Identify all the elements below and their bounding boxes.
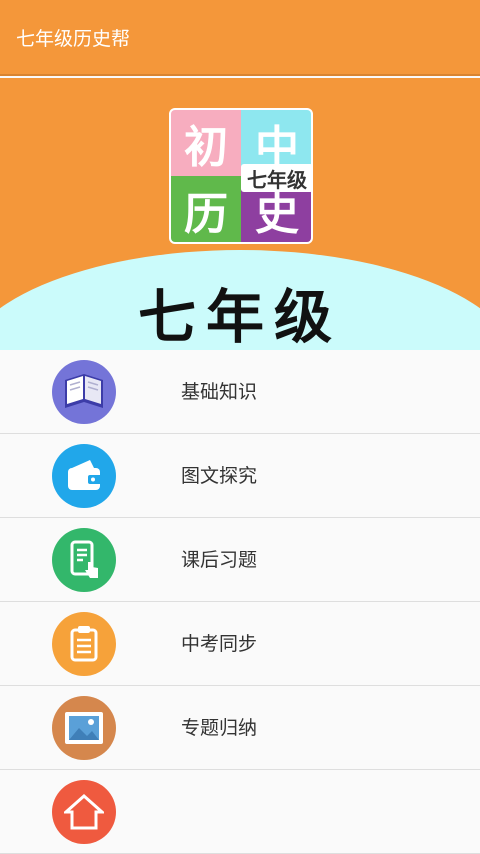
app-bar: 七年级历史帮: [0, 0, 480, 76]
logo-char-li: 历: [171, 176, 241, 242]
menu-item-basic-knowledge[interactable]: 基础知识: [0, 350, 480, 434]
menu-item-topic-summary[interactable]: 专题归纳: [0, 686, 480, 770]
menu-label: 课后习题: [181, 549, 258, 571]
menu-label: 专题归纳: [181, 717, 258, 739]
clipboard-icon: [52, 612, 116, 676]
phone-touch-icon: [52, 528, 116, 592]
logo-char-chu: 初: [171, 110, 241, 176]
wallet-icon: [52, 444, 116, 508]
menu-item-exercises[interactable]: 课后习题: [0, 518, 480, 602]
banner-grade-title: 七年级: [137, 283, 342, 350]
menu-label: 图文探究: [181, 465, 258, 487]
logo-grade-label: 七年级: [241, 164, 311, 192]
menu-item-more[interactable]: [0, 770, 480, 854]
home-icon: [52, 780, 116, 844]
picture-icon: [52, 696, 116, 760]
app-title: 七年级历史帮: [16, 27, 131, 50]
menu-label: 基础知识: [181, 381, 258, 403]
book-icon: [52, 360, 116, 424]
menu-item-exam-sync[interactable]: 中考同步: [0, 602, 480, 686]
main-menu: 基础知识 图文探究 课后习题 中考同步 专题归纳: [0, 350, 480, 854]
menu-label: 中考同步: [181, 633, 258, 655]
banner: 初 中 历 史 七年级 七年级: [0, 78, 480, 350]
menu-item-illustrated-study[interactable]: 图文探究: [0, 434, 480, 518]
app-logo: 初 中 历 史 七年级: [169, 108, 313, 244]
